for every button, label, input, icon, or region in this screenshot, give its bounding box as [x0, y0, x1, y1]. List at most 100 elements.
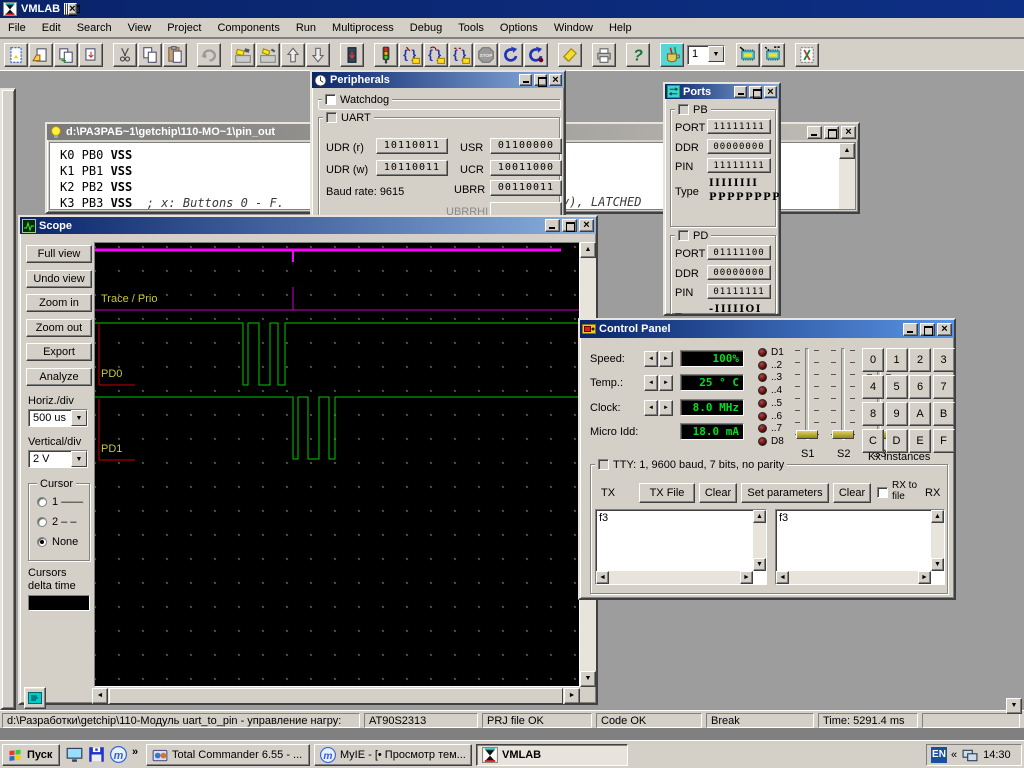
find-down-button[interactable]: [306, 43, 330, 67]
taskbar-task-1[interactable]: Total Commander 6.55 - ...: [146, 744, 310, 766]
menu-search[interactable]: Search: [69, 20, 120, 36]
undo-button[interactable]: [197, 43, 221, 67]
scrollbar-thumb[interactable]: [109, 688, 563, 704]
menu-components[interactable]: Components: [209, 20, 287, 36]
quicklaunch-overflow-chevron[interactable]: »: [132, 746, 138, 758]
menu-edit[interactable]: Edit: [34, 20, 69, 36]
scope-close-button[interactable]: [579, 219, 594, 232]
keypad-c-button[interactable]: C: [862, 429, 884, 453]
keypad-0-button[interactable]: 0: [862, 348, 884, 372]
scroll-left-icon[interactable]: ◄: [92, 688, 108, 704]
keypad-1-button[interactable]: 1: [886, 348, 908, 372]
watchdog-checkbox[interactable]: [325, 94, 336, 105]
horiz-div-select[interactable]: 500 us ▼: [28, 409, 88, 427]
help-button[interactable]: ?: [626, 43, 650, 67]
paste-button[interactable]: [163, 43, 187, 67]
tx-vertical-scrollbar[interactable]: ▲ ▼: [753, 510, 766, 571]
clean-button[interactable]: [558, 43, 582, 67]
pd-checkbox[interactable]: [678, 230, 689, 241]
pb-port-value[interactable]: 11111111: [707, 119, 771, 134]
slider-thumb[interactable]: [832, 430, 854, 439]
quicklaunch-myie-icon[interactable]: m: [110, 746, 127, 766]
pb-pin-value[interactable]: 11111111: [707, 158, 771, 173]
keypad-b-button[interactable]: B: [933, 402, 955, 426]
scroll-right-icon[interactable]: ►: [918, 571, 931, 584]
minimized-window-button[interactable]: [24, 687, 46, 709]
exit-button[interactable]: [340, 43, 364, 67]
menu-run[interactable]: Run: [288, 20, 324, 36]
open-file-button[interactable]: [29, 43, 53, 67]
keypad-2-button[interactable]: 2: [909, 348, 931, 372]
clock-decrease-button[interactable]: ◄: [644, 400, 658, 416]
pd-port-value[interactable]: 01111100: [707, 245, 771, 260]
scroll-up-icon[interactable]: ▲: [580, 242, 596, 258]
keypad-d-button[interactable]: D: [886, 429, 908, 453]
scroll-down-icon[interactable]: ▼: [580, 671, 596, 687]
set-parameters-button[interactable]: Set parameters: [741, 483, 829, 503]
scope-zoom-out-button[interactable]: Zoom out: [26, 319, 92, 337]
rx-horizontal-scrollbar[interactable]: ◄ ►: [776, 571, 931, 584]
menu-view[interactable]: View: [120, 20, 160, 36]
cursor-radio[interactable]: [37, 517, 47, 527]
build-button[interactable]: [736, 43, 760, 67]
tx-file-button[interactable]: TX File: [639, 483, 695, 503]
cursor-radio[interactable]: [37, 537, 47, 547]
chevron-down-icon[interactable]: ▼: [71, 451, 87, 467]
quicklaunch-floppy-icon[interactable]: [88, 746, 105, 766]
language-indicator[interactable]: EN: [931, 747, 947, 763]
ports-maximize-button[interactable]: [749, 86, 762, 98]
menu-help[interactable]: Help: [601, 20, 640, 36]
scope-export-button[interactable]: Export: [26, 343, 92, 361]
rebuild-button[interactable]: [761, 43, 785, 67]
step-over-button[interactable]: { }: [424, 43, 448, 67]
editor-minimize-button[interactable]: [807, 126, 822, 139]
instance-cup-button[interactable]: [660, 43, 684, 67]
scroll-left-icon[interactable]: ◄: [596, 571, 609, 584]
find-up-button[interactable]: [281, 43, 305, 67]
keypad-7-button[interactable]: 7: [933, 375, 955, 399]
keypad-6-button[interactable]: 6: [909, 375, 931, 399]
scope-horizontal-scrollbar[interactable]: ◄ ►: [92, 688, 580, 704]
tray-chevron[interactable]: «: [951, 749, 957, 761]
cursor-option[interactable]: None: [37, 536, 87, 548]
scroll-up-icon[interactable]: ▲: [839, 143, 855, 159]
taskbar-task-3[interactable]: VMLAB: [476, 744, 628, 766]
udr-r-value[interactable]: 10110011: [376, 138, 448, 154]
stop-button[interactable]: STOP: [474, 43, 498, 67]
peripherals-close-button[interactable]: [549, 74, 562, 86]
scope-undo-view-button[interactable]: Undo view: [26, 270, 92, 288]
rx-vertical-scrollbar[interactable]: ▲ ▼: [931, 510, 944, 571]
speed-decrease-button[interactable]: ◄: [644, 351, 658, 367]
taskbar-task-2[interactable]: mMyIE - [• Просмотр тем...: [314, 744, 472, 766]
keypad-5-button[interactable]: 5: [886, 375, 908, 399]
ports-titlebar[interactable]: Ports: [665, 84, 779, 99]
cpanel-minimize-button[interactable]: [903, 323, 918, 336]
reset-button[interactable]: [499, 43, 523, 67]
menu-multiprocess[interactable]: Multiprocess: [324, 20, 402, 36]
scroll-down-icon[interactable]: ▼: [931, 558, 944, 571]
pb-checkbox[interactable]: [678, 104, 689, 115]
peripherals-maximize-button[interactable]: [534, 74, 547, 86]
scroll-down-icon[interactable]: ▼: [753, 558, 766, 571]
clear-rx-button[interactable]: Clear: [833, 483, 871, 503]
ucr-value[interactable]: 10011000: [490, 160, 562, 176]
uart-checkbox[interactable]: [326, 112, 337, 123]
slider-thumb[interactable]: [796, 430, 818, 439]
keypad-4-button[interactable]: 4: [862, 375, 884, 399]
chevron-down-icon[interactable]: ▼: [708, 46, 724, 62]
menu-tools[interactable]: Tools: [450, 20, 492, 36]
run-button[interactable]: [374, 43, 398, 67]
keypad-e-button[interactable]: E: [909, 429, 931, 453]
scroll-up-icon[interactable]: ▲: [931, 510, 944, 523]
scope-maximize-button[interactable]: [562, 219, 577, 232]
scope-full-view-button[interactable]: Full view: [26, 245, 92, 263]
keypad-f-button[interactable]: F: [933, 429, 955, 453]
vert-div-select[interactable]: 2 V ▼: [28, 450, 88, 468]
quicklaunch-desktop-icon[interactable]: [66, 746, 83, 766]
clock-increase-button[interactable]: ►: [659, 400, 673, 416]
scope-titlebar[interactable]: Scope: [20, 217, 596, 234]
instance-select[interactable]: 1▼: [687, 45, 725, 65]
editor-close-button[interactable]: [841, 126, 856, 139]
reset-run-button[interactable]: [524, 43, 548, 67]
menu-file[interactable]: File: [0, 20, 34, 36]
